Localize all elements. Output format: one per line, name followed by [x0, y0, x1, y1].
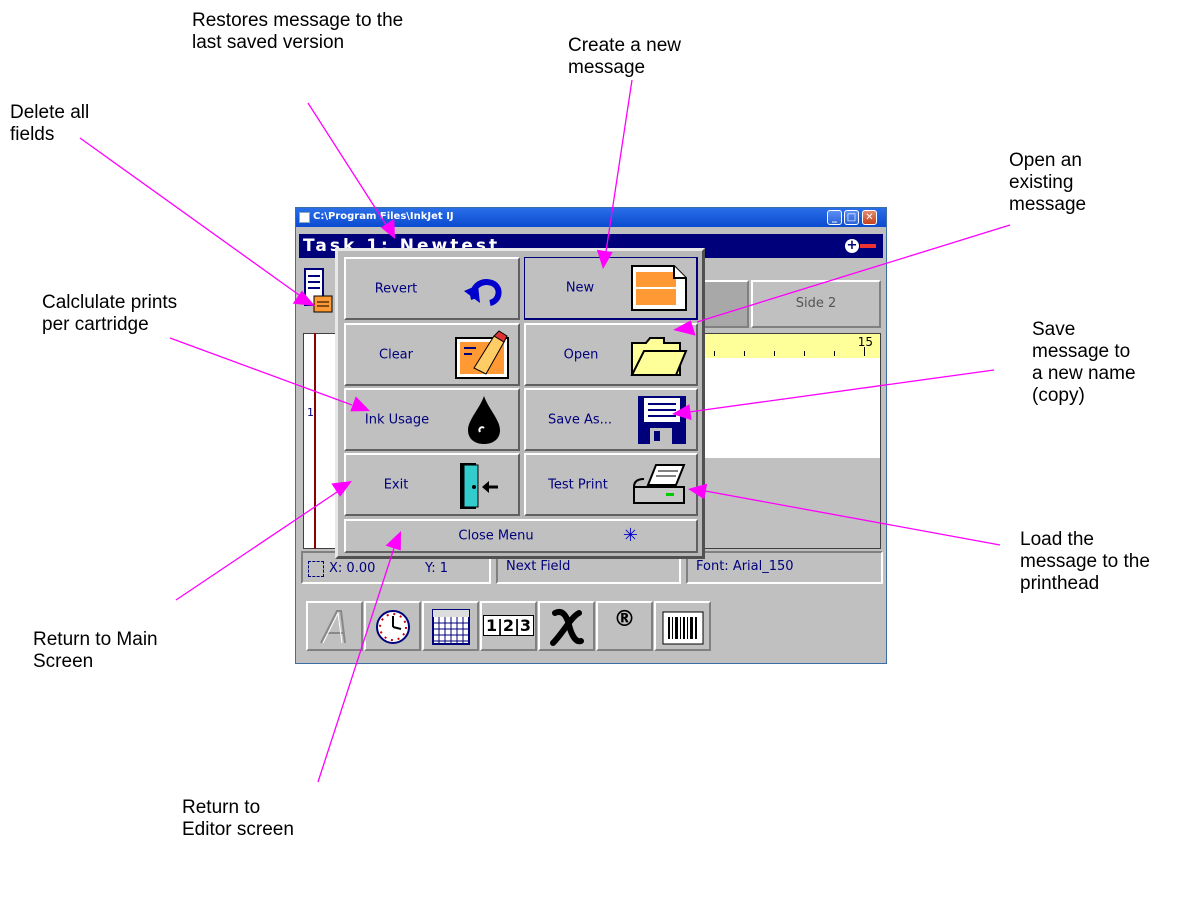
ruler-number: 15: [857, 335, 873, 349]
date-field-tool[interactable]: [422, 601, 479, 651]
barcode-field-tool[interactable]: [654, 601, 711, 651]
exit-button[interactable]: Exit: [344, 453, 520, 516]
callout-restores: Restores message to the last saved versi…: [192, 10, 404, 53]
message-list-icon[interactable]: [304, 268, 334, 320]
clear-button[interactable]: Clear: [344, 323, 520, 386]
zoom-out-icon[interactable]: [860, 244, 876, 248]
clock-field-tool[interactable]: [364, 601, 421, 651]
window-title: C:\Program Files\InkJet IJ: [313, 211, 454, 222]
test-print-label: Test Print: [548, 477, 608, 492]
clear-label: Clear: [379, 347, 413, 362]
open-button[interactable]: Open: [524, 323, 698, 386]
callout-create-new: Create a new message: [568, 35, 682, 78]
revert-label: Revert: [374, 281, 418, 296]
eraser-icon: [455, 330, 509, 379]
ink-usage-label: Ink Usage: [364, 412, 430, 427]
folder-icon: [630, 337, 688, 376]
title-bar: C:\Program Files\InkJet IJ _ □ ✕: [296, 208, 886, 227]
save-as-label: Save As...: [547, 412, 613, 427]
close-menu-label: Close Menu: [458, 528, 534, 544]
field-toolbar: 1|2|3 ®: [306, 601, 826, 651]
print-margin-line: [314, 333, 316, 549]
counter-field-tool[interactable]: 1|2|3: [480, 601, 537, 651]
text-field-tool[interactable]: [306, 601, 363, 651]
callout-delete-all: Delete all fields: [10, 102, 90, 145]
callout-load-message: Load the message to the printhead: [1020, 529, 1150, 594]
save-as-button[interactable]: Save As...: [524, 388, 698, 451]
ruler-tick: [804, 351, 805, 356]
clock-icon: [375, 610, 410, 644]
ruler-tick: [714, 351, 715, 356]
registered-icon: ®: [613, 607, 636, 632]
floppy-disk-icon: [638, 396, 686, 444]
ruler-tick: [834, 351, 835, 356]
zoom-in-icon[interactable]: +: [845, 239, 859, 253]
row-number: 1: [307, 406, 314, 419]
font-field[interactable]: Font: Arial_150: [686, 551, 883, 584]
variable-field-tool[interactable]: [538, 601, 595, 651]
open-label: Open: [563, 347, 599, 362]
callout-calc-prints: Calclulate prints per cartridge: [42, 292, 178, 335]
calendar-icon: [431, 609, 470, 645]
text-a-icon: [319, 610, 346, 644]
new-label: New: [565, 280, 595, 296]
file-menu-popup: Revert New Clear Open Ink Usage Save As.…: [335, 248, 705, 559]
minimize-button[interactable]: _: [827, 210, 842, 225]
callout-return-main: Return to Main Screen: [33, 629, 158, 672]
barcode-icon: [662, 611, 703, 645]
logo-field-tool[interactable]: ®: [596, 601, 653, 651]
next-field-label: Next Field: [506, 559, 571, 574]
ruler-tick: [774, 351, 775, 356]
ink-drop-icon: [468, 396, 500, 444]
canvas-gray-area: [694, 458, 880, 548]
font-label: Font: Arial_150: [696, 559, 794, 574]
ruler: 15: [694, 334, 880, 358]
printer-icon: [633, 464, 686, 504]
maximize-button[interactable]: □: [844, 210, 859, 225]
callout-save-as: Save message to a new name (copy): [1032, 319, 1136, 406]
sparkle-icon: ✳: [622, 525, 638, 546]
counter-icon: 1|2|3: [482, 615, 535, 636]
ink-usage-button[interactable]: Ink Usage: [344, 388, 520, 451]
close-menu-button[interactable]: Close Menu ✳: [344, 519, 698, 553]
undo-arrow-icon: [464, 279, 502, 306]
ruler-tick: [744, 351, 745, 356]
x-coordinate: X: 0.00: [329, 561, 376, 576]
leader-line: [79, 137, 314, 306]
script-x-icon: [549, 609, 584, 646]
zoom-control[interactable]: +: [845, 238, 877, 254]
new-document-icon: [631, 265, 687, 311]
exit-door-icon: [460, 463, 498, 509]
app-icon: [299, 212, 310, 223]
revert-button[interactable]: Revert: [344, 257, 520, 320]
exit-label: Exit: [383, 477, 409, 492]
side-2-tab[interactable]: Side 2: [751, 280, 881, 328]
callout-open-existing: Open an existing message: [1009, 150, 1087, 215]
new-button[interactable]: New: [524, 257, 698, 320]
callout-return-editor: Return to Editor screen: [182, 797, 294, 840]
y-coordinate: Y: 1: [425, 561, 448, 576]
test-print-button[interactable]: Test Print: [524, 453, 698, 516]
close-window-button[interactable]: ✕: [862, 210, 877, 225]
crosshair-icon: [308, 561, 324, 577]
